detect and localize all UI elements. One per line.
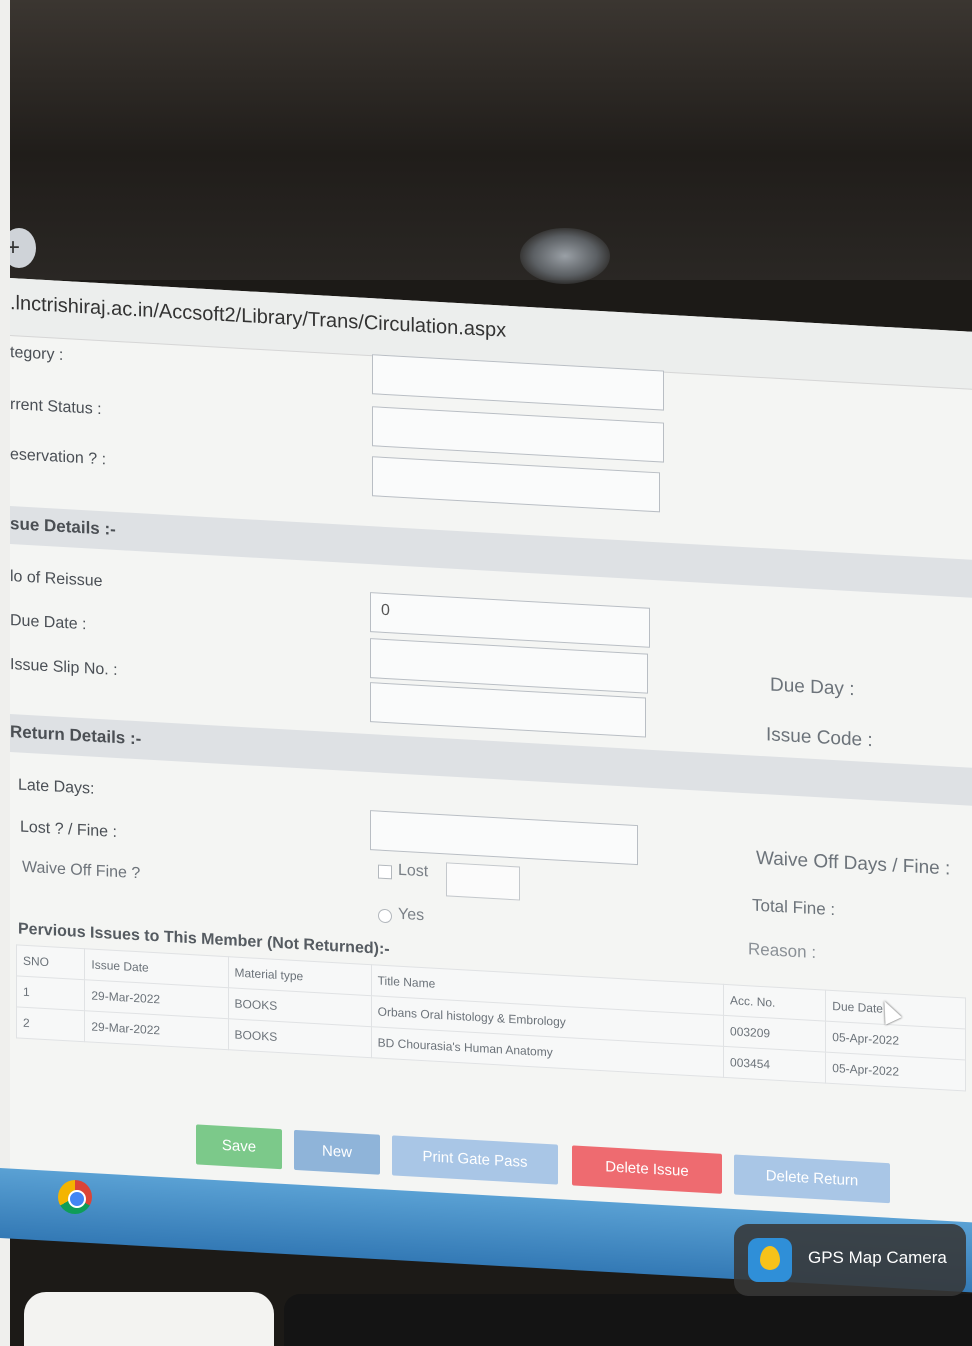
left-edge (0, 0, 10, 1346)
lost-checkbox[interactable] (378, 864, 392, 880)
issue-details-heading: sue Details :- (10, 506, 972, 598)
cell-material-type: BOOKS (228, 1018, 372, 1058)
url-text: .lnctrishiraj.ac.in/Accsoft2/Library/Tra… (10, 292, 507, 342)
lost-fine-label: Lost ? / Fine : (20, 818, 117, 841)
current-status-label: rrent Status : (10, 396, 102, 419)
due-day-label: Due Day : (770, 674, 855, 701)
map-thumbnail (24, 1292, 274, 1346)
issue-slip-label: Issue Slip No. : (10, 656, 118, 680)
cell-due-date: 05-Apr-2022 (825, 1052, 966, 1091)
reason-label: Reason : (748, 939, 817, 963)
monitor-bezel (0, 0, 972, 280)
category-label: tegory : (10, 344, 64, 364)
late-days-label: Late Days: (18, 776, 95, 798)
reservation-field[interactable] (372, 456, 660, 513)
waive-yes-radio[interactable] (378, 908, 392, 924)
late-days-field[interactable] (370, 810, 638, 866)
cell-acc-no: 003454 (723, 1046, 826, 1084)
cell-issue-date: 29-Mar-2022 (84, 1010, 229, 1050)
gps-label: GPS Map Camera (808, 1248, 947, 1267)
browser-window: .lnctrishiraj.ac.in/Accsoft2/Library/Tra… (10, 278, 972, 1292)
no-of-reissue-field[interactable]: 0 (370, 592, 650, 648)
due-date-label: Due Date : (10, 612, 87, 634)
col-sno: SNO (16, 944, 85, 980)
lost-checkbox-label: Lost (398, 861, 429, 881)
overlay-dark-panel (284, 1294, 972, 1346)
previous-issues-table: SNO Issue Date Material type Title Name … (16, 944, 966, 1091)
total-fine-label: Total Fine : (752, 895, 836, 920)
cell-sno: 1 (16, 975, 85, 1011)
new-button[interactable]: New (294, 1129, 380, 1175)
current-status-field[interactable] (372, 406, 664, 463)
webcam-glow (520, 228, 610, 284)
delete-issue-button[interactable]: Delete Issue (572, 1145, 722, 1194)
print-gate-pass-button[interactable]: Print Gate Pass (392, 1135, 558, 1185)
gps-camera-icon (748, 1238, 792, 1282)
chrome-icon[interactable] (58, 1180, 92, 1214)
save-button[interactable]: Save (196, 1124, 282, 1170)
fine-amount-field[interactable] (446, 862, 520, 901)
no-of-reissue-label: lo of Reissue (10, 568, 103, 591)
waive-off-fine-label: Waive Off Fine ? (22, 858, 141, 883)
waive-yes-label: Yes (398, 905, 425, 925)
no-of-reissue-value: 0 (381, 601, 390, 620)
gps-map-camera-badge: GPS Map Camera (734, 1224, 966, 1296)
cell-sno: 2 (16, 1006, 85, 1042)
issue-code-label: Issue Code : (766, 724, 873, 752)
waive-off-days-label: Waive Off Days / Fine : (756, 847, 951, 880)
delete-return-button[interactable]: Delete Return (734, 1154, 890, 1204)
reservation-label: eservation ? : (10, 446, 107, 469)
